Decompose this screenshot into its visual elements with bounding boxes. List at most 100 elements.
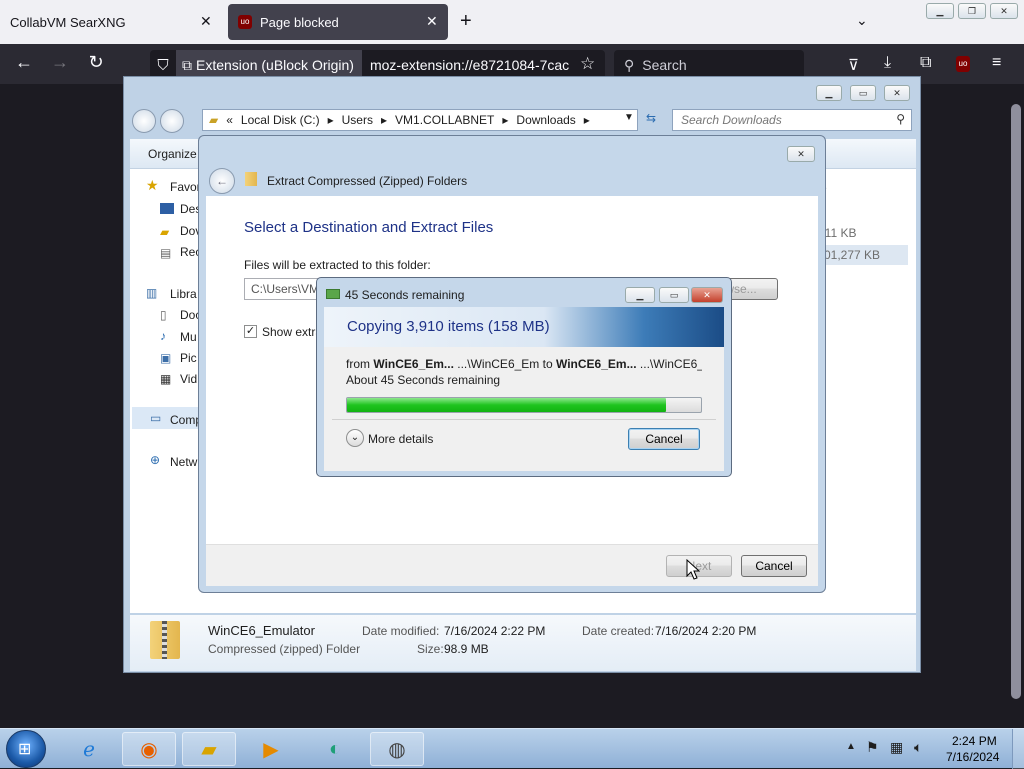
nav-network[interactable]: Netw xyxy=(170,455,197,469)
close-tab-icon[interactable]: ✕ xyxy=(426,13,438,30)
internet-explorer-icon[interactable]: ℯ xyxy=(62,732,116,766)
wizard-close-icon[interactable]: ✕ xyxy=(787,146,815,162)
to-name[interactable]: WinCE6_Em... xyxy=(556,357,637,371)
address-dropdown-icon[interactable]: ▼ xyxy=(624,112,634,123)
tab-label: CollabVM SearXNG xyxy=(10,14,126,30)
show-desktop-button[interactable] xyxy=(1012,729,1024,769)
explorer-back-icon[interactable] xyxy=(132,109,156,133)
show-files-label: Show extra xyxy=(262,325,323,339)
breadcrumb-arrow-icon[interactable]: ▸ xyxy=(381,113,387,127)
network-tray-icon[interactable]: ▦ xyxy=(890,739,903,756)
pocket-icon[interactable]: ⊽ xyxy=(848,56,859,74)
list-tabs-chevron-icon[interactable]: ⌄ xyxy=(856,12,868,29)
reload-icon[interactable]: ↻ xyxy=(84,52,108,73)
network-icon: ⊕ xyxy=(150,453,161,467)
tab-page-blocked[interactable]: uo Page blocked ✕ xyxy=(228,4,448,40)
browser-tab-bar: CollabVM SearXNG ✕ uo Page blocked ✕ + ⌄… xyxy=(0,0,1024,44)
wizard-heading: Select a Destination and Extract Files xyxy=(244,219,494,236)
refresh-icon[interactable]: ⇆ xyxy=(646,111,656,125)
more-details-chevron-icon[interactable]: ⌄ xyxy=(346,429,364,447)
from-path: ...\WinCE6_Em xyxy=(457,357,540,371)
breadcrumb-user[interactable]: VM1.COLLABNET xyxy=(395,113,494,127)
menu-icon[interactable]: ≡ xyxy=(992,54,1001,72)
breadcrumb-arrow-icon[interactable]: ▸ xyxy=(502,113,508,127)
app-icon[interactable]: ◍ xyxy=(370,732,424,766)
start-button[interactable]: ⊞ xyxy=(6,730,46,768)
close-tab-icon[interactable]: ✕ xyxy=(200,13,212,30)
computer-icon: ▭ xyxy=(150,411,162,425)
address-breadcrumb[interactable]: ▰ « Local Disk (C:) ▸ Users ▸ VM1.COLLAB… xyxy=(202,109,638,131)
action-center-flag-icon[interactable]: ⚑ xyxy=(866,739,879,756)
libraries-icon: ▥ xyxy=(146,286,158,300)
puzzle-icon: ⧉ xyxy=(182,56,192,73)
back-icon[interactable]: ← xyxy=(12,52,36,73)
copy-maximize-icon[interactable]: ▭ xyxy=(659,287,689,303)
date-created-label: Date created: xyxy=(582,624,655,638)
copy-cancel-button[interactable]: Cancel xyxy=(628,428,700,450)
copy-title: 45 Seconds remaining xyxy=(345,288,465,302)
volume-muted-icon[interactable]: 🔈︎ xyxy=(914,739,922,756)
explorer-search-input[interactable]: Search Downloads ⚲ xyxy=(672,109,912,131)
nav-libraries[interactable]: Libra xyxy=(170,287,197,301)
downloads-folder-icon: ▰ xyxy=(160,225,170,239)
breadcrumb-overflow[interactable]: « xyxy=(226,113,233,127)
nav-pictures[interactable]: Pic xyxy=(180,351,197,365)
breadcrumb-downloads[interactable]: Downloads xyxy=(516,113,575,127)
from-name[interactable]: WinCE6_Em... xyxy=(373,357,454,371)
extensions-icon[interactable]: ⧉ xyxy=(920,54,931,72)
nav-favorites[interactable]: Favor xyxy=(170,180,201,194)
pictures-icon: ▣ xyxy=(160,351,172,365)
organize-button[interactable]: Organize xyxy=(148,147,197,161)
wizard-back-icon[interactable]: ← xyxy=(209,168,235,194)
tab-collabvm-searxng[interactable]: CollabVM SearXNG ✕ xyxy=(0,4,220,40)
copy-progress-dialog: 45 Seconds remaining ▁ ▭ ✕ Copying 3,910… xyxy=(316,277,732,477)
windows-logo-icon: ⊞ xyxy=(18,741,32,758)
clock-time[interactable]: 2:24 PM xyxy=(952,734,997,748)
show-hidden-icons[interactable]: ▲ xyxy=(846,741,856,752)
breadcrumb-arrow-icon[interactable]: ▸ xyxy=(328,113,334,127)
breadcrumb-arrow-icon[interactable]: ▸ xyxy=(584,113,590,127)
nav-videos[interactable]: Vid xyxy=(180,372,197,386)
copy-close-icon[interactable]: ✕ xyxy=(691,287,723,303)
desktop-icon xyxy=(160,203,174,214)
wizard-title: Extract Compressed (Zipped) Folders xyxy=(267,174,468,188)
explorer-icon[interactable]: ▰ xyxy=(182,732,236,766)
explorer-close-icon[interactable]: ✕ xyxy=(884,85,910,101)
restore-icon[interactable]: ❐ xyxy=(958,3,986,19)
bookmark-star-icon[interactable]: ☆ xyxy=(580,54,596,74)
minimize-icon[interactable]: ▁ xyxy=(926,3,954,19)
date-created-value: 7/16/2024 2:20 PM xyxy=(655,624,757,638)
downloads-icon[interactable]: ⤓ xyxy=(884,54,891,72)
close-window-icon[interactable]: ✕ xyxy=(990,3,1018,19)
to-path: ...\WinCE6_Em xyxy=(639,357,702,371)
edge-icon[interactable]: ◐ xyxy=(308,732,362,766)
more-details-label[interactable]: More details xyxy=(368,432,433,446)
copy-minimize-icon[interactable]: ▁ xyxy=(625,287,655,303)
recent-places-icon: ▤ xyxy=(160,246,172,260)
star-icon: ★ xyxy=(146,177,159,193)
breadcrumb-users[interactable]: Users xyxy=(342,113,373,127)
explorer-minimize-icon[interactable]: ▁ xyxy=(816,85,842,101)
nav-music[interactable]: Mu xyxy=(180,330,197,344)
forward-icon[interactable]: → xyxy=(48,52,72,73)
shield-icon[interactable]: ⛉ xyxy=(150,57,176,74)
videos-icon: ▦ xyxy=(160,372,172,386)
copy-icon xyxy=(326,289,340,299)
ublock-toolbar-icon[interactable]: uo xyxy=(956,56,970,72)
from-label: from xyxy=(346,357,370,371)
clock-date[interactable]: 7/16/2024 xyxy=(946,750,999,764)
show-files-checkbox[interactable]: ✓ xyxy=(244,325,257,338)
size-value: 98.9 MB xyxy=(444,642,489,656)
file-size: 01,277 KB xyxy=(824,248,881,262)
search-icon: ⚲ xyxy=(624,56,635,73)
new-tab-icon[interactable]: + xyxy=(460,10,472,33)
wizard-cancel-button[interactable]: Cancel xyxy=(741,555,807,577)
scrollbar-thumb[interactable] xyxy=(1011,104,1021,699)
explorer-maximize-icon[interactable]: ▭ xyxy=(850,85,876,101)
media-player-icon[interactable]: ▶ xyxy=(244,732,298,766)
firefox-icon[interactable]: ◉ xyxy=(122,732,176,766)
ublock-icon: uo xyxy=(238,15,252,29)
breadcrumb-local-disk[interactable]: Local Disk (C:) xyxy=(241,113,320,127)
explorer-forward-icon[interactable] xyxy=(160,109,184,133)
search-placeholder: Search Downloads xyxy=(681,113,782,127)
